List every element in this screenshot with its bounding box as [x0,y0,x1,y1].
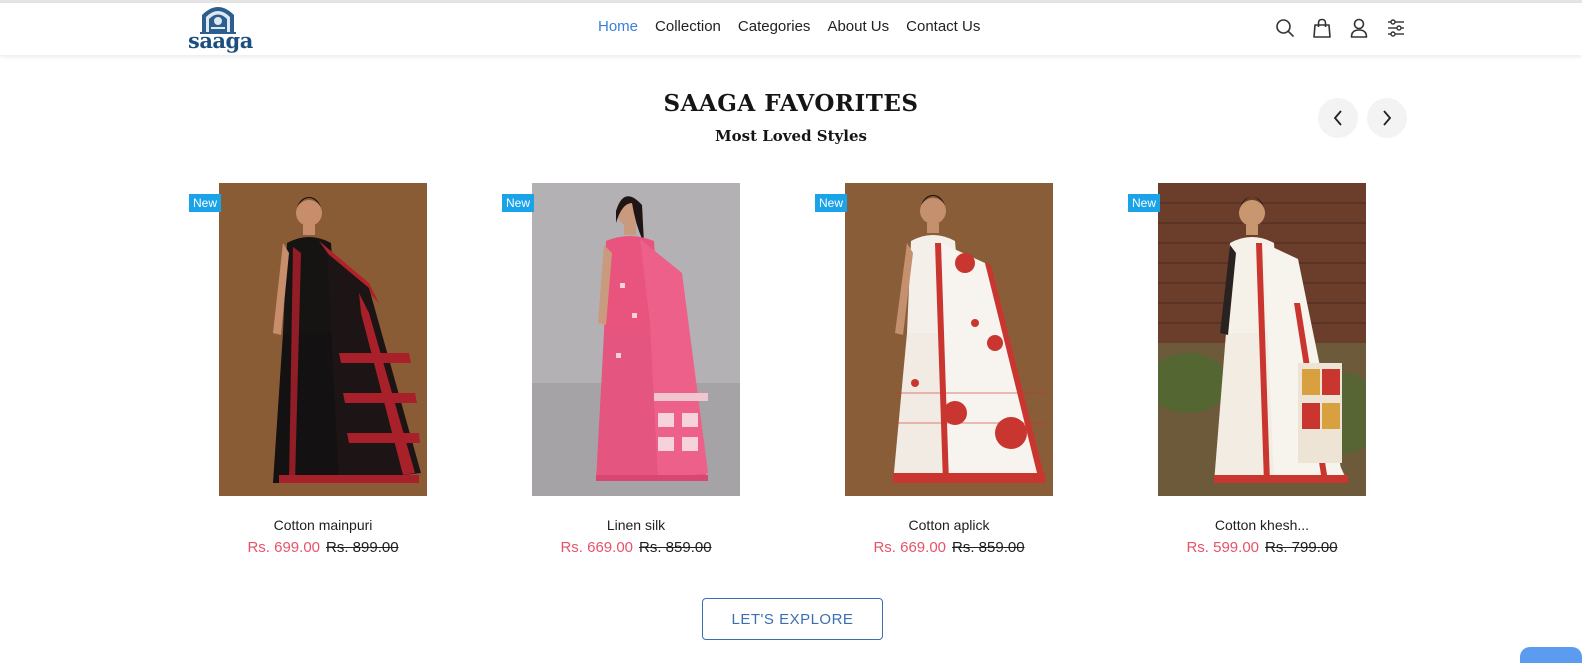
product-card[interactable]: New Cotton aplick Rs. 669.00 Rs. 859.00 [815,183,1063,559]
product-prices: Rs. 669.00 Rs. 859.00 [502,539,770,556]
product-image[interactable] [532,183,740,496]
product-image[interactable] [219,183,427,496]
nav-collection[interactable]: Collection [655,17,721,37]
nav-home[interactable]: Home [598,17,638,37]
original-price: Rs. 799.00 [1265,539,1338,556]
carousel-next-button[interactable] [1367,98,1407,138]
product-card[interactable]: New Cotton khesh... Rs. 599.00 Rs. 799.0… [1128,183,1376,559]
sale-price: Rs. 669.00 [873,539,946,556]
original-price: Rs. 899.00 [326,539,399,556]
nav-categories[interactable]: Categories [738,17,811,37]
chat-widget-button[interactable] [1520,647,1582,663]
new-badge: New [502,194,535,212]
shopping-bag-icon[interactable] [1311,17,1333,39]
product-card[interactable]: New Linen silk Rs. 669.00 Rs. 859.00 [502,183,750,559]
site-header: saaga Home Collection Categories About U… [0,3,1582,55]
search-icon[interactable] [1274,17,1296,39]
user-icon[interactable] [1348,17,1370,39]
lets-explore-button[interactable]: LET'S EXPLORE [702,598,883,640]
new-badge: New [189,194,222,212]
filter-sliders-icon[interactable] [1385,17,1407,39]
new-badge: New [815,194,848,212]
brand-logo[interactable]: saaga [188,3,253,55]
product-prices: Rs. 699.00 Rs. 899.00 [189,539,457,556]
carousel-prev-button[interactable] [1318,98,1358,138]
header-actions [1274,17,1422,39]
new-badge: New [1128,194,1161,212]
product-name[interactable]: Cotton khesh... [1128,517,1396,533]
main-nav: Home Collection Categories About Us Cont… [598,17,997,37]
original-price: Rs. 859.00 [952,539,1025,556]
product-name[interactable]: Cotton aplick [815,517,1083,533]
product-image[interactable] [845,183,1053,496]
product-card[interactable]: New Cotton mainpuri Rs. 699.00 Rs. 899.00 [189,183,437,559]
sale-price: Rs. 699.00 [247,539,320,556]
nav-contact-us[interactable]: Contact Us [906,17,980,37]
nav-about-us[interactable]: About Us [827,17,889,37]
product-image[interactable] [1158,183,1366,496]
sale-price: Rs. 669.00 [560,539,633,556]
chevron-right-icon [1383,110,1392,126]
product-prices: Rs. 599.00 Rs. 799.00 [1128,539,1396,556]
product-prices: Rs. 669.00 Rs. 859.00 [815,539,1083,556]
product-name[interactable]: Cotton mainpuri [189,517,457,533]
sale-price: Rs. 599.00 [1186,539,1259,556]
logo-text: saaga [188,28,253,53]
product-name[interactable]: Linen silk [502,517,770,533]
chevron-left-icon [1333,110,1342,126]
original-price: Rs. 859.00 [639,539,712,556]
